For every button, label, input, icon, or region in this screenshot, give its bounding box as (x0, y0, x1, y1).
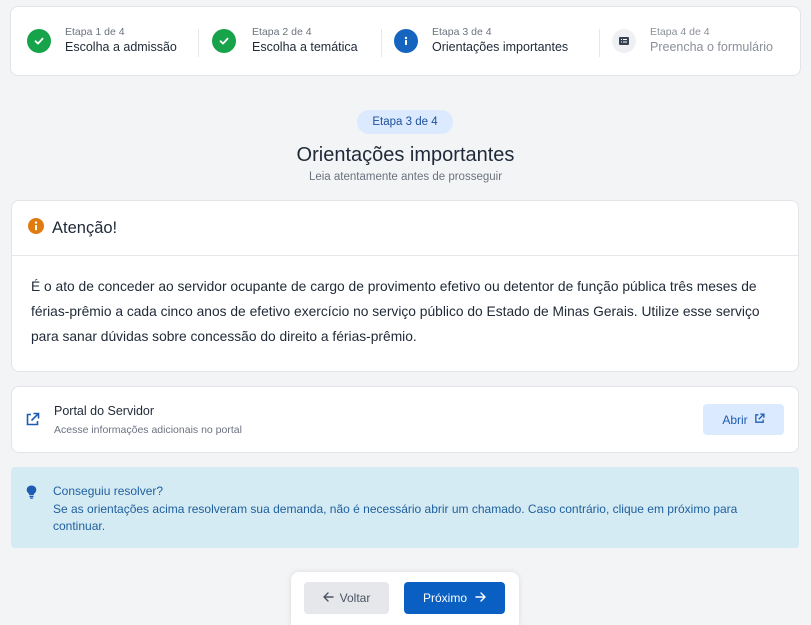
step-2: Etapa 2 de 4 Escolha a temática (199, 7, 382, 75)
back-button[interactable]: Voltar (304, 582, 389, 614)
step-3-label: Orientações importantes (432, 40, 569, 54)
next-button[interactable]: Próximo (404, 582, 505, 614)
tip-alert: Conseguiu resolver? Se as orientações ac… (11, 467, 799, 548)
step-1-number: Etapa 1 de 4 (65, 26, 125, 38)
arrow-left-icon (322, 591, 334, 605)
back-button-label: Voltar (339, 591, 371, 605)
step-4-number: Etapa 4 de 4 (650, 26, 710, 38)
portal-title: Portal do Servidor (54, 404, 155, 418)
info-icon (394, 29, 418, 53)
stepper: Etapa 1 de 4 Escolha a admissão Etapa 2 … (10, 6, 801, 76)
step-2-number: Etapa 2 de 4 (252, 26, 312, 38)
step-1: Etapa 1 de 4 Escolha a admissão (11, 7, 199, 75)
tip-text: Se as orientações acima resolveram sua d… (53, 502, 738, 533)
navigation-bar: Voltar Próximo (291, 572, 519, 625)
portal-description: Acesse informações adicionais no portal (54, 424, 242, 436)
lightbulb-icon (26, 485, 37, 504)
step-1-label: Escolha a admissão (65, 40, 177, 54)
external-link-icon (25, 412, 40, 432)
check-icon (27, 29, 51, 53)
list-icon (612, 29, 636, 53)
warning-info-icon (28, 217, 44, 239)
open-portal-button[interactable]: Abrir (703, 404, 784, 435)
open-button-label: Abrir (722, 412, 748, 427)
tip-title: Conseguiu resolver? (53, 484, 164, 498)
step-3-number: Etapa 3 de 4 (432, 26, 492, 38)
next-button-label: Próximo (422, 591, 467, 605)
step-4: Etapa 4 de 4 Preencha o formulário (600, 7, 800, 75)
step-4-label: Preencha o formulário (650, 40, 773, 54)
external-link-icon (754, 412, 765, 427)
page-title: Orientações importantes (296, 144, 515, 166)
step-badge: Etapa 3 de 4 (357, 110, 453, 134)
attention-card: Atenção! É o ato de conceder ao servidor… (11, 200, 799, 372)
step-3: Etapa 3 de 4 Orientações importantes (382, 7, 600, 75)
page-subtitle: Leia atentamente antes de prosseguir (308, 171, 503, 183)
check-icon (212, 29, 236, 53)
step-2-label: Escolha a temática (252, 40, 358, 54)
attention-body: É o ato de conceder ao servidor ocupante… (31, 279, 760, 344)
attention-title: Atenção! (52, 218, 118, 237)
attention-header: Atenção! (12, 201, 798, 256)
arrow-right-icon (475, 591, 486, 605)
portal-card: Portal do Servidor Acesse informações ad… (11, 386, 799, 453)
